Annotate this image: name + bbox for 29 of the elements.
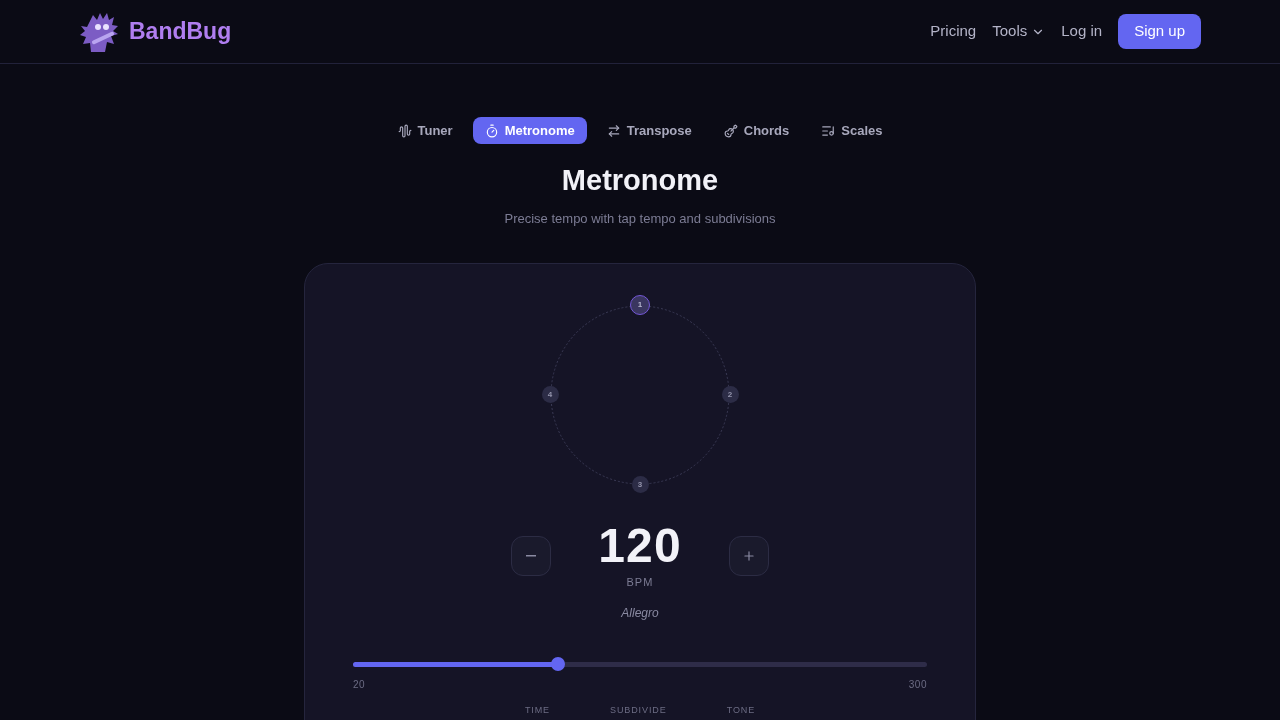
tool-tab[interactable]: Tuner <box>385 117 465 144</box>
page-subtitle: Precise tempo with tap tempo and subdivisions <box>504 210 776 228</box>
tool-tab[interactable]: Scales <box>809 117 895 144</box>
guitar-icon <box>723 123 738 138</box>
swap-arrows-icon <box>606 123 621 138</box>
bpm-value: 120 <box>598 521 682 570</box>
setting-label: SUBDIVIDE <box>610 704 667 717</box>
setting-label: TONE <box>726 704 756 717</box>
setting-label: TIME <box>524 704 550 717</box>
tool-tab[interactable]: Transpose <box>594 117 704 144</box>
slider-max-label: 300 <box>908 678 927 692</box>
page-title: Metronome <box>561 166 719 195</box>
tool-tab[interactable]: Metronome <box>472 117 587 144</box>
slider-min-label: 20 <box>353 678 366 692</box>
tempo-slider[interactable] <box>353 657 927 671</box>
music-list-icon <box>821 123 836 138</box>
nav-link[interactable]: Log in <box>1061 20 1103 43</box>
brand-name: BandBug <box>129 17 232 47</box>
tool-tab[interactable]: Chords <box>711 117 802 144</box>
stopwatch-icon <box>484 123 499 138</box>
waveform-icon <box>397 123 412 138</box>
minus-icon <box>526 554 536 557</box>
slider-thumb[interactable] <box>550 657 565 671</box>
nav-dropdown[interactable]: Tools <box>992 20 1046 43</box>
tempo-marking: Allegro <box>621 605 659 622</box>
signup-button[interactable]: Sign up <box>1118 14 1201 49</box>
plus-icon <box>742 548 756 563</box>
nav-link[interactable]: Pricing <box>930 20 977 43</box>
bpm-unit: BPM <box>626 574 654 590</box>
